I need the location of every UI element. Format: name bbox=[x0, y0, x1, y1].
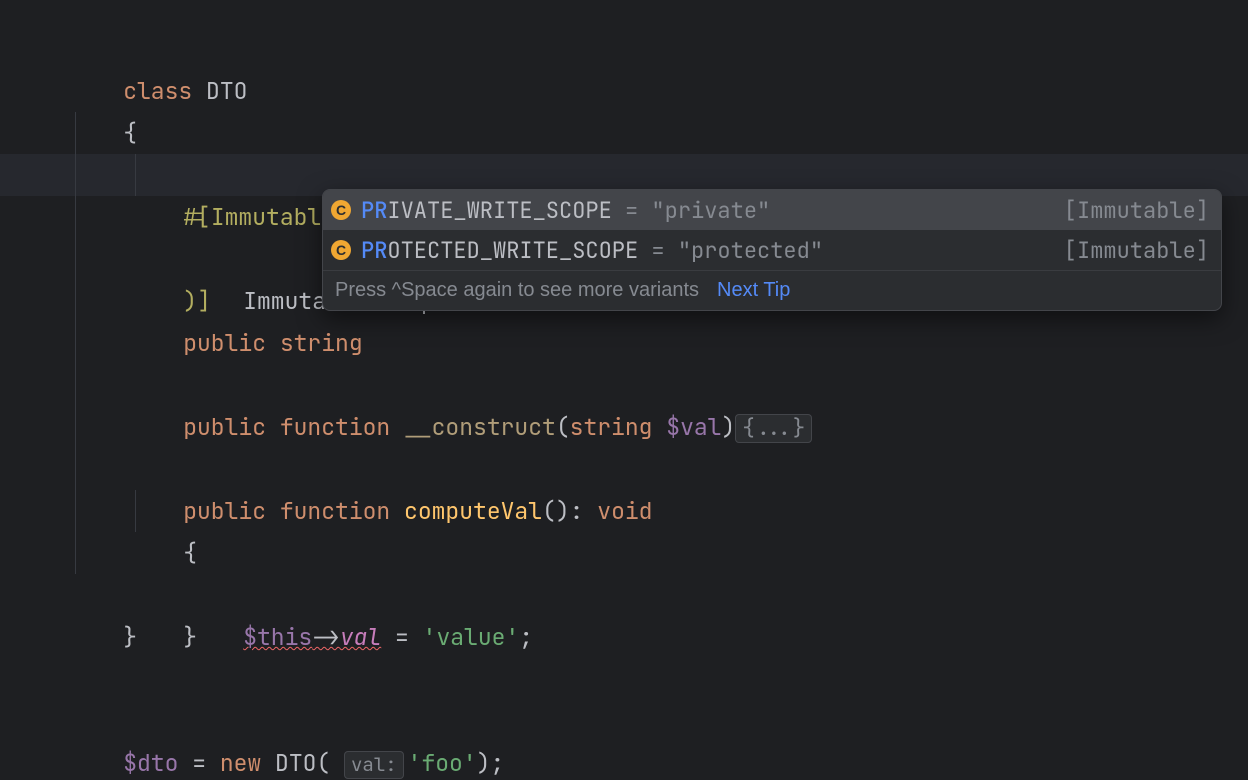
completion-value: = "private" bbox=[612, 196, 770, 225]
code-line[interactable]: public function computeVal(): void bbox=[0, 406, 1248, 448]
code-line[interactable]: #[Immutable( bbox=[0, 112, 1248, 154]
constant-icon: C bbox=[331, 240, 351, 260]
next-tip-link[interactable]: Next Tip bbox=[717, 279, 790, 302]
completion-match: PR bbox=[361, 196, 387, 225]
code-line[interactable]: $dto->val = 'bar'; bbox=[0, 742, 1248, 780]
completion-item[interactable]: C PROTECTED_WRITE_SCOPE = "protected" [I… bbox=[323, 230, 1221, 270]
completion-hint-text: Press ^Space again to see more variants bbox=[335, 279, 699, 302]
code-line[interactable]: { bbox=[0, 70, 1248, 112]
completion-rest: OTECTED_WRITE_SCOPE bbox=[387, 236, 638, 265]
completion-match: PR bbox=[361, 236, 387, 265]
code-line[interactable]: $dto = new DTO( val:'foo'); bbox=[0, 700, 1248, 742]
completion-origin: [Immutable] bbox=[1064, 196, 1209, 225]
completion-item-selected[interactable]: C PRIVATE_WRITE_SCOPE = "private" [Immut… bbox=[323, 190, 1221, 230]
code-line[interactable]: $this->val = 'value'; bbox=[0, 490, 1248, 532]
code-line[interactable]: } bbox=[0, 574, 1248, 616]
code-line[interactable]: } bbox=[0, 532, 1248, 574]
completion-footer: Press ^Space again to see more variants … bbox=[323, 270, 1221, 310]
completion-origin: [Immutable] bbox=[1064, 236, 1209, 265]
completion-rest: IVATE_WRITE_SCOPE bbox=[387, 196, 611, 225]
code-line[interactable] bbox=[0, 658, 1248, 700]
code-line[interactable] bbox=[0, 364, 1248, 406]
completion-popup[interactable]: C PRIVATE_WRITE_SCOPE = "private" [Immut… bbox=[322, 189, 1222, 311]
completion-value: = "protected" bbox=[638, 236, 823, 265]
code-line[interactable] bbox=[0, 616, 1248, 658]
code-line[interactable]: { bbox=[0, 448, 1248, 490]
code-line[interactable]: public function __construct(string $val)… bbox=[0, 322, 1248, 364]
code-editor[interactable]: class DTO { #[Immutable( Immutable::PR )… bbox=[0, 0, 1248, 780]
code-line[interactable]: class DTO bbox=[0, 28, 1248, 70]
constant-icon: C bbox=[331, 200, 351, 220]
